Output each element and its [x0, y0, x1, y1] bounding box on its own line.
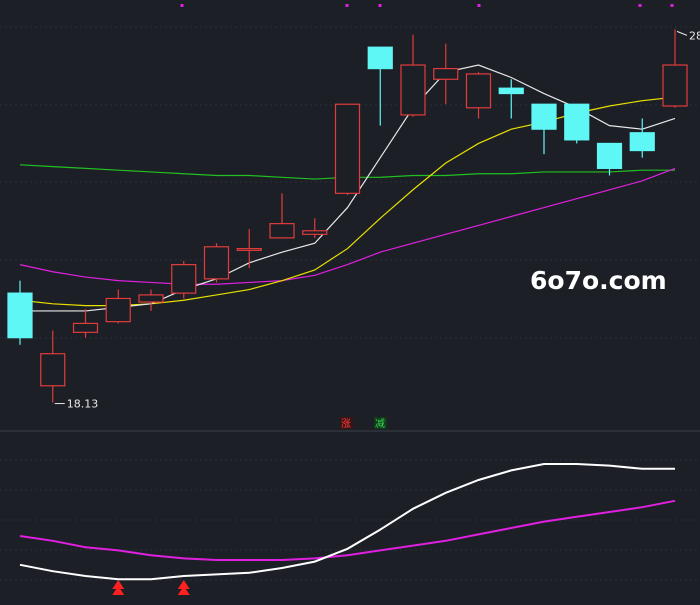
candle: [171, 261, 197, 299]
candle: [433, 43, 459, 105]
buy-signal-icon: [112, 580, 125, 595]
candle-body: [105, 297, 131, 323]
candle-body: [465, 73, 492, 109]
candle-body: [662, 64, 688, 107]
candle: [596, 142, 623, 176]
candle: [7, 280, 33, 345]
period-dot: [670, 4, 674, 7]
tag-label: 涨: [341, 418, 351, 430]
candle-body: [498, 87, 524, 95]
candle: [531, 103, 557, 155]
stock-chart: 28.45 18.13 涨减 6o7o.com: [0, 4, 700, 595]
period-marker-dots: [180, 4, 674, 7]
price-markers: 28.45 18.13: [54, 29, 700, 411]
watermark: 6o7o.com: [530, 266, 667, 295]
candle-body: [629, 132, 655, 152]
candle-body: [40, 353, 66, 387]
candle: [498, 79, 524, 119]
candlestick-series: [7, 29, 688, 403]
candle-body: [596, 142, 623, 169]
osc_fast-line: [19, 463, 675, 581]
high-pointer: [676, 30, 688, 36]
candle: [465, 72, 492, 119]
candle: [40, 330, 66, 403]
candle: [138, 289, 164, 311]
candle-body: [72, 322, 99, 333]
period-dot: [345, 4, 349, 7]
candle: [269, 193, 295, 239]
period-dot: [638, 4, 642, 7]
candle: [236, 228, 262, 269]
candle-body: [400, 64, 426, 116]
indicator-tags: 涨减: [340, 417, 387, 430]
candle-body: [367, 46, 393, 70]
candle: [367, 46, 393, 126]
candle: [400, 34, 426, 117]
candle-body: [334, 103, 361, 194]
high-price-label: 28.45: [689, 29, 700, 42]
candle-body: [564, 103, 590, 141]
candle-body: [236, 247, 262, 251]
candle: [203, 243, 230, 283]
candle-body: [269, 223, 295, 239]
candle: [629, 118, 655, 158]
candle: [105, 289, 131, 324]
candle: [72, 309, 99, 338]
candle-body: [138, 294, 164, 303]
candle-body: [302, 230, 328, 235]
candle: [662, 29, 688, 108]
candle-body: [203, 246, 230, 280]
period-dot: [180, 4, 184, 7]
osc_slow-line: [19, 499, 676, 561]
candle-body: [531, 103, 557, 130]
period-dot: [477, 4, 481, 7]
candle-body: [433, 67, 459, 80]
buy-signal-icon: [177, 580, 190, 595]
period-dot: [378, 4, 382, 7]
candle: [334, 103, 361, 196]
oscillator-panel: [19, 463, 676, 595]
candle-body: [7, 292, 33, 339]
candle-body: [171, 264, 197, 294]
low-price-label: 18.13: [67, 398, 99, 411]
candle: [564, 103, 590, 144]
tag-label: 减: [375, 418, 385, 430]
